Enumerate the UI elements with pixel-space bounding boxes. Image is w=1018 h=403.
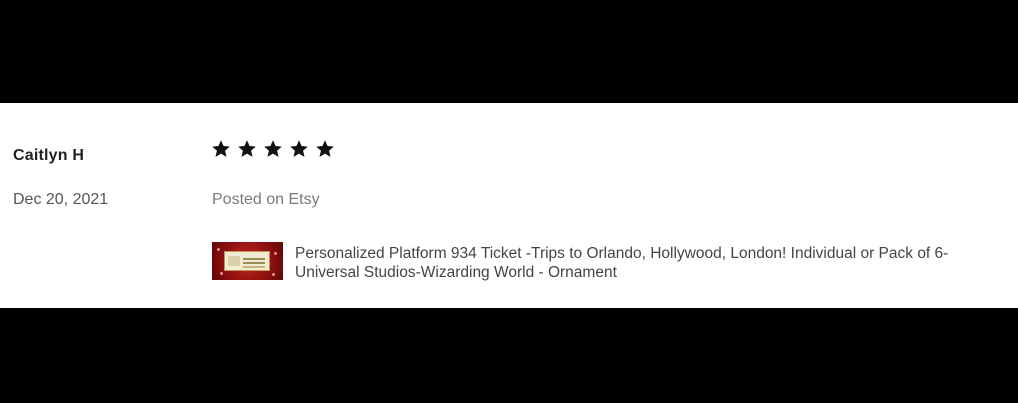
product-title-link[interactable]: Personalized Platform 934 Ticket -Trips … xyxy=(295,244,985,282)
review-source: Posted on Etsy xyxy=(212,191,320,208)
star-icon xyxy=(316,140,334,157)
screenshot-canvas: Caitlyn H Dec 20, 2021 Posted on Etsy Pe… xyxy=(0,0,1018,403)
sparkle-icon xyxy=(272,273,275,276)
product-thumbnail[interactable] xyxy=(212,242,283,280)
sparkle-icon xyxy=(217,248,220,251)
reviewed-product[interactable]: Personalized Platform 934 Ticket -Trips … xyxy=(212,242,985,282)
star-rating xyxy=(211,139,335,159)
star-icon xyxy=(290,140,308,157)
star-icon xyxy=(264,140,282,157)
review-date: Dec 20, 2021 xyxy=(13,191,109,208)
reviewer-name: Caitlyn H xyxy=(13,147,85,164)
sparkle-icon xyxy=(220,272,223,275)
sparkle-icon xyxy=(274,252,277,255)
review-card: Caitlyn H Dec 20, 2021 Posted on Etsy Pe… xyxy=(0,103,1018,308)
star-icon xyxy=(238,140,256,157)
star-icon xyxy=(212,140,230,157)
ticket-ornament-icon xyxy=(224,251,270,271)
